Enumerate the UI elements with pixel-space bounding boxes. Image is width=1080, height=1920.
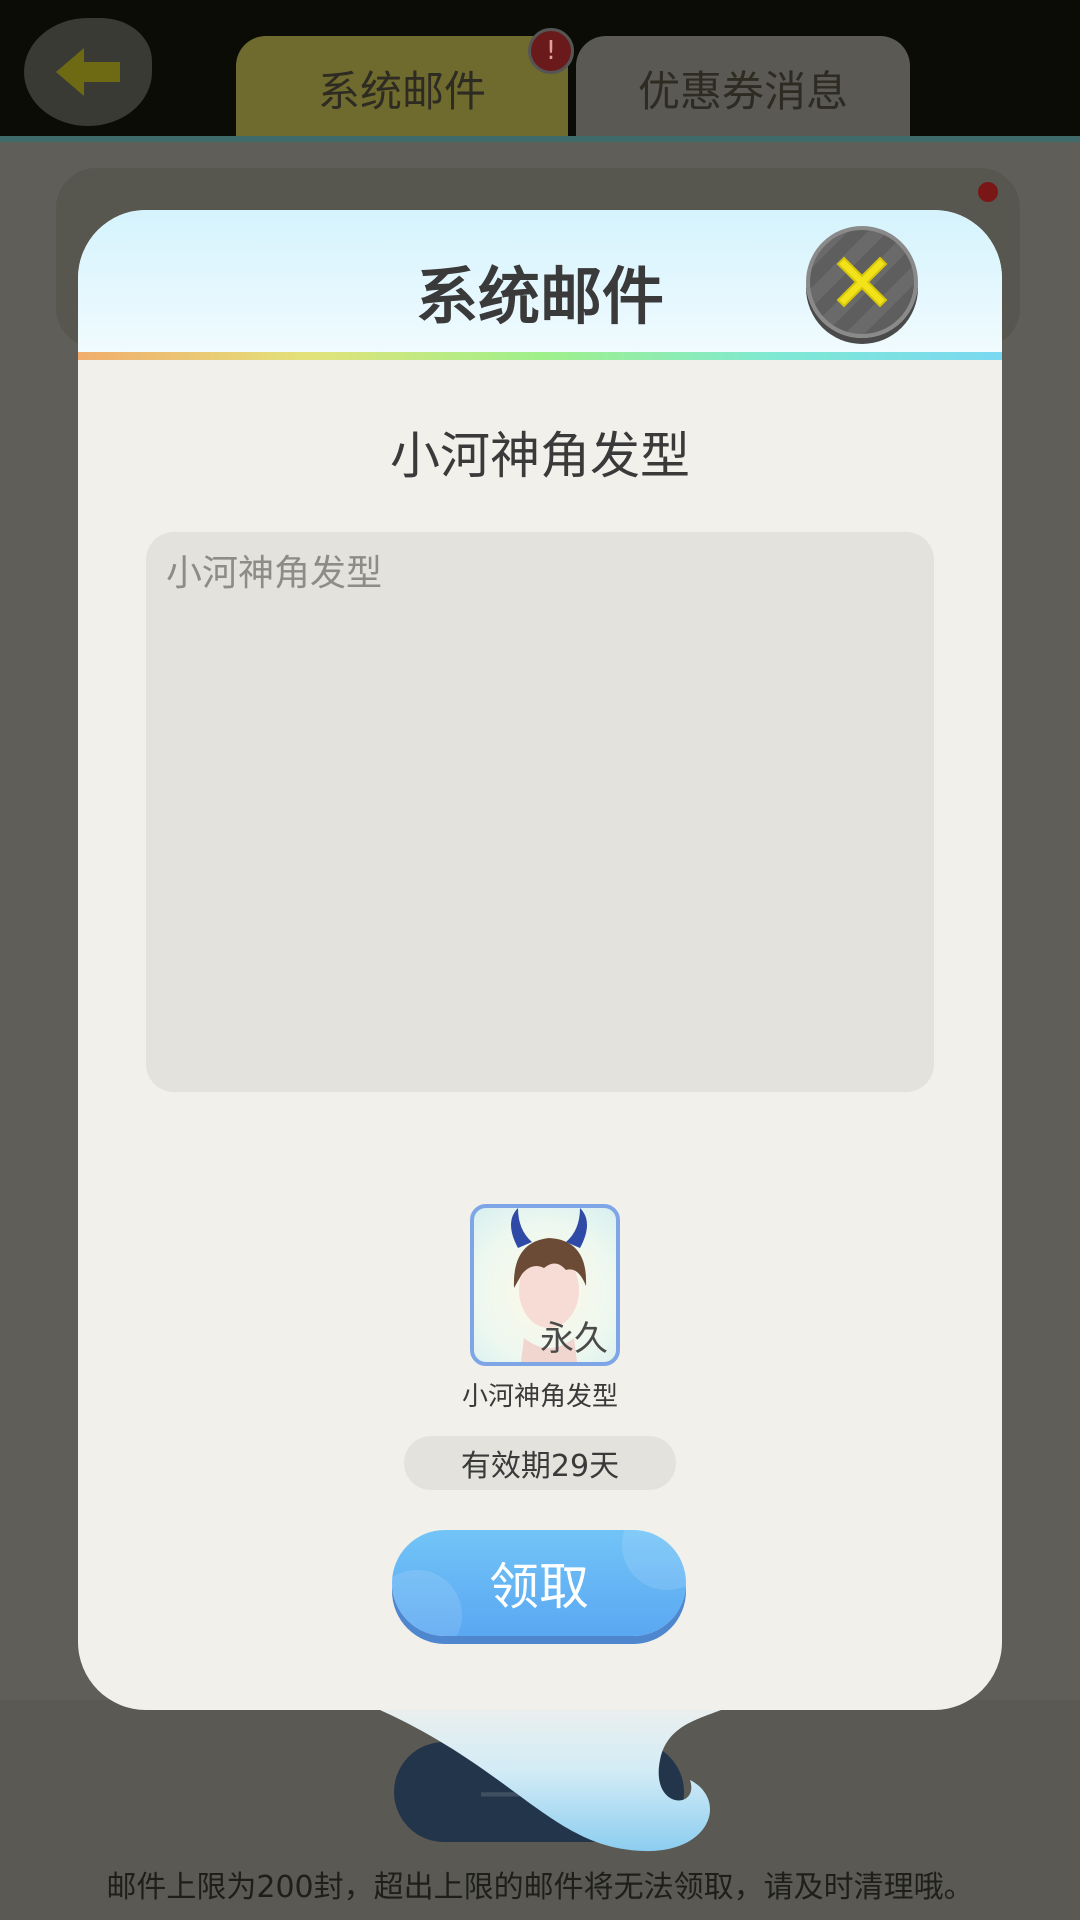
system-mail-dialog: 系统邮件 小河神角发型 小河神角发型 永久 小河神角发型 有效期29天 领取 [78, 210, 1002, 1710]
button-decoration [392, 1570, 462, 1636]
claim-button[interactable]: 领取 [392, 1530, 686, 1636]
close-icon [836, 256, 888, 308]
modal-tail-decoration [330, 1690, 750, 1852]
button-decoration [622, 1530, 686, 1590]
tab-label: 系统邮件 [317, 66, 486, 116]
validity-badge: 有效期29天 [404, 1436, 676, 1490]
back-button[interactable] [24, 18, 152, 126]
item-name: 小河神角发型 [461, 1382, 618, 1412]
notification-badge: ! [528, 28, 574, 74]
mail-body-text: 小河神角发型 [166, 553, 383, 594]
item-duration-tag: 永久 [540, 1319, 608, 1359]
unread-dot [978, 182, 998, 202]
rainbow-divider [78, 352, 1002, 360]
mail-body: 小河神角发型 [146, 532, 934, 1092]
claim-label: 领取 [489, 1558, 589, 1616]
tab-system-mail[interactable]: 系统邮件 [236, 36, 568, 140]
close-button[interactable] [806, 226, 918, 338]
divider [0, 136, 1080, 142]
mail-subject: 小河神角发型 [390, 427, 690, 485]
reward-item[interactable]: 永久 [470, 1204, 620, 1366]
arrow-left-icon [56, 48, 120, 96]
tab-coupon-messages[interactable]: 优惠券消息 [576, 36, 910, 140]
tab-label: 优惠券消息 [637, 66, 848, 116]
mail-limit-note: 邮件上限为200封，超出上限的邮件将无法领取，请及时清理哦。 [106, 1870, 974, 1905]
